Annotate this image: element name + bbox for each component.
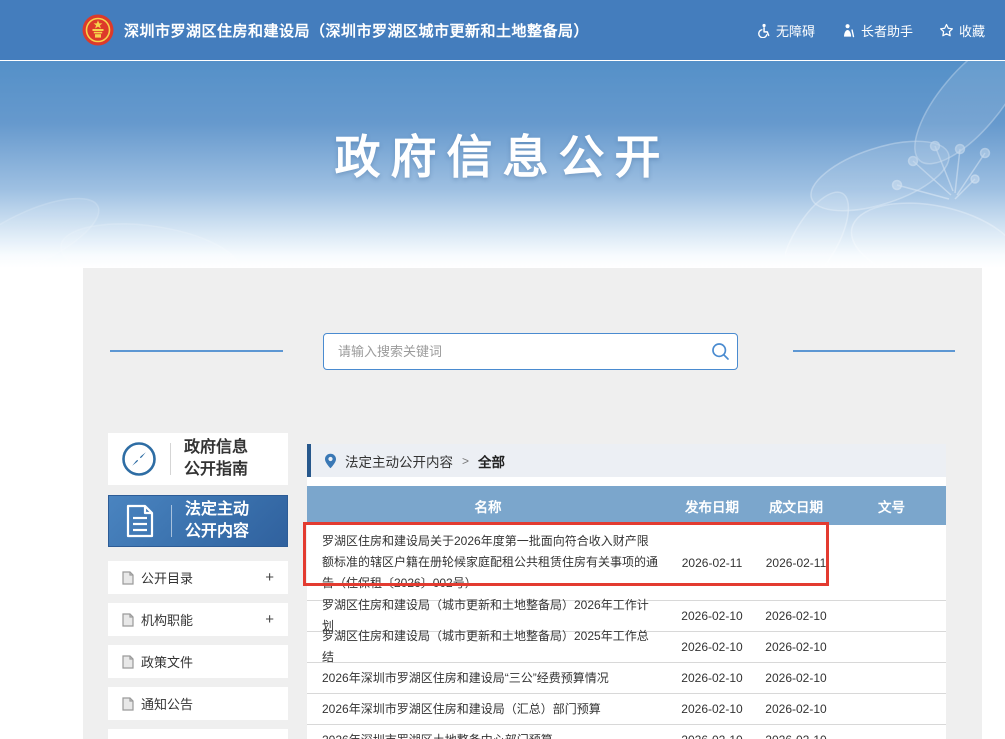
column-header-publish-date: 发布日期 (669, 496, 755, 516)
site-branding[interactable]: 深圳市罗湖区住房和建设局（深圳市罗湖区城市更新和土地整备局） (82, 14, 589, 46)
sidebar-guide-label: 政府信息 公开指南 (184, 437, 248, 481)
main-content: 法定主动公开内容 > 全部 名称 发布日期 成文日期 文号 罗湖区住房和建设局关… (307, 444, 946, 739)
search-input[interactable] (324, 334, 703, 369)
publish-date: 2026-02-11 (669, 556, 755, 570)
written-date: 2026-02-11 (755, 556, 837, 570)
publish-date: 2026-02-10 (669, 702, 755, 716)
document-link[interactable]: 2026年深圳市罗湖区住房和建设局（汇总）部门预算 (307, 693, 669, 726)
search-button[interactable] (703, 334, 737, 369)
publish-date: 2026-02-10 (669, 733, 755, 739)
decorative-line-right (793, 350, 955, 352)
table-row: 罗湖区住房和建设局（城市更新和土地整备局）2025年工作总结 2026-02-1… (307, 632, 946, 663)
document-link[interactable]: 2026年深圳市罗湖区土地整备中心部门预算 (307, 724, 669, 739)
breadcrumb-current[interactable]: 全部 (478, 451, 505, 471)
expand-plus-icon[interactable]: + (265, 611, 274, 628)
accessibility-link[interactable]: 无障碍 (756, 21, 815, 40)
favorite-link[interactable]: 收藏 (939, 21, 985, 40)
page-banner: 政府信息公开 (0, 60, 1005, 268)
menu-label: 机构职能 (141, 610, 193, 629)
sidebar-item-policy-documents[interactable]: 政策文件 (108, 645, 288, 678)
sidebar-item-catalog[interactable]: 公开目录 + (108, 561, 288, 594)
search-box (323, 333, 738, 370)
table-row: 2026年深圳市罗湖区土地整备中心部门预算 2026-02-10 2026-02… (307, 725, 946, 739)
compass-icon (121, 441, 157, 477)
site-title: 深圳市罗湖区住房和建设局（深圳市罗湖区城市更新和土地整备局） (124, 20, 589, 41)
publish-date: 2026-02-10 (669, 640, 755, 654)
column-header-written-date: 成文日期 (755, 496, 837, 516)
divider (171, 505, 172, 537)
table-header-row: 名称 发布日期 成文日期 文号 (307, 486, 946, 525)
elder-assist-label: 长者助手 (861, 21, 913, 40)
menu-label: 政策文件 (141, 652, 193, 671)
table-row: 2026年深圳市罗湖区住房和建设局（汇总）部门预算 2026-02-10 202… (307, 694, 946, 725)
document-icon (125, 504, 155, 538)
page-icon (122, 571, 134, 585)
sidebar-item-notices[interactable]: 通知公告 (108, 687, 288, 720)
favorite-label: 收藏 (959, 21, 985, 40)
page: 深圳市罗湖区住房和建设局（深圳市罗湖区城市更新和土地整备局） 无障碍 长者助手 (0, 0, 1005, 739)
breadcrumb: 法定主动公开内容 > 全部 (307, 444, 946, 477)
written-date: 2026-02-10 (755, 671, 837, 685)
sidebar-active-label: 法定主动 公开内容 (185, 499, 249, 543)
written-date: 2026-02-10 (755, 609, 837, 623)
page-icon (122, 697, 134, 711)
divider (170, 443, 171, 475)
accessibility-icon (756, 23, 771, 38)
elder-assist-icon (841, 23, 856, 38)
column-header-name: 名称 (307, 496, 669, 516)
decorative-line-left (110, 350, 283, 352)
written-date: 2026-02-10 (755, 640, 837, 654)
accessibility-label: 无障碍 (776, 21, 815, 40)
breadcrumb-separator: > (462, 454, 469, 468)
publish-date: 2026-02-10 (669, 609, 755, 623)
location-pin-icon (324, 453, 337, 469)
publish-date: 2026-02-10 (669, 671, 755, 685)
star-icon (939, 23, 954, 38)
sidebar-item-functions[interactable]: 机构职能 + (108, 603, 288, 636)
page-title: 政府信息公开 (0, 121, 1005, 187)
sidebar-item-guide[interactable]: 政府信息 公开指南 (108, 433, 288, 485)
sidebar-item-statutory-disclosure[interactable]: 法定主动 公开内容 (108, 495, 288, 547)
search-icon (711, 342, 730, 361)
table-row: 2026年深圳市罗湖区住房和建设局“三公”经费预算情况 2026-02-10 2… (307, 663, 946, 694)
sidebar-item-partial[interactable] (108, 729, 288, 739)
menu-label: 公开目录 (141, 568, 193, 587)
national-emblem-logo (82, 14, 114, 46)
spacer (307, 477, 946, 486)
menu-label: 通知公告 (141, 694, 193, 713)
page-icon (122, 655, 134, 669)
elder-assist-link[interactable]: 长者助手 (841, 21, 913, 40)
written-date: 2026-02-10 (755, 733, 837, 739)
breadcrumb-section[interactable]: 法定主动公开内容 (345, 451, 453, 471)
written-date: 2026-02-10 (755, 702, 837, 716)
document-link[interactable]: 2026年深圳市罗湖区住房和建设局“三公”经费预算情况 (307, 662, 669, 695)
column-header-doc-number: 文号 (837, 496, 946, 516)
expand-plus-icon[interactable]: + (265, 569, 274, 586)
page-icon (122, 613, 134, 627)
top-header-bar: 深圳市罗湖区住房和建设局（深圳市罗湖区城市更新和土地整备局） 无障碍 长者助手 (0, 0, 1005, 60)
header-utility-links: 无障碍 长者助手 收藏 (756, 0, 985, 60)
